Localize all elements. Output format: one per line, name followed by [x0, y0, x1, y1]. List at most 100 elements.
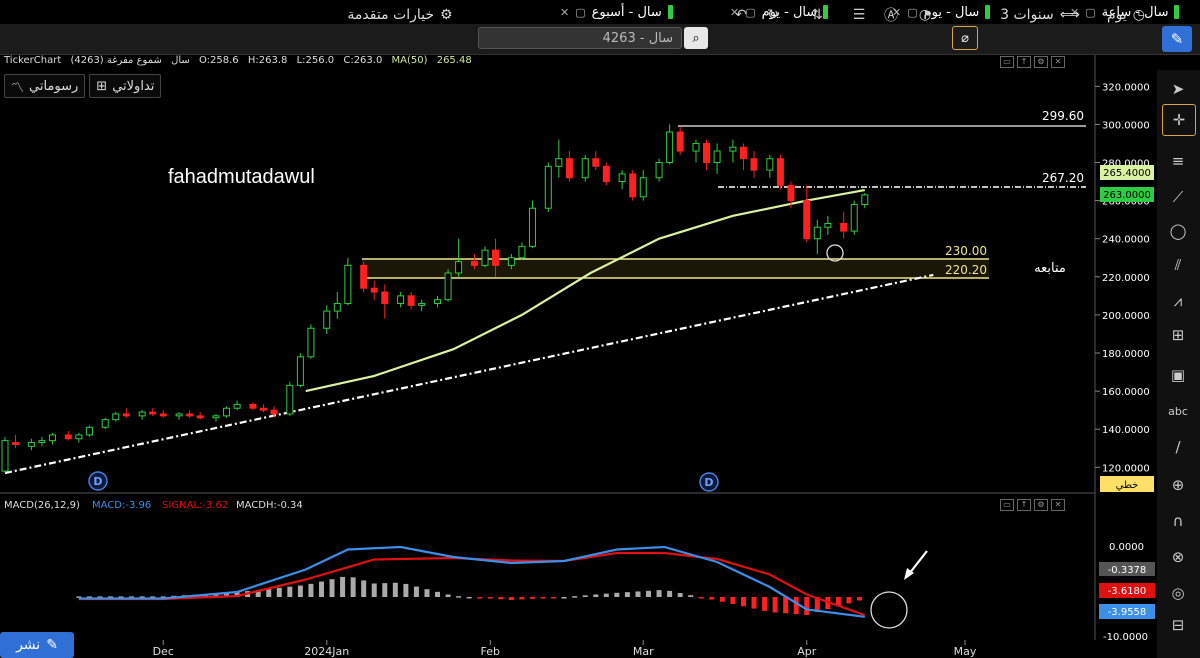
zoom-icon[interactable]: ⊕ [1162, 470, 1194, 500]
text-tool-icon[interactable]: abc [1162, 396, 1194, 426]
candle-body [629, 173, 637, 198]
candle-body [101, 419, 109, 428]
macd-hist-bar [656, 590, 662, 597]
macd-hist-bar [677, 593, 683, 597]
candle-body [581, 158, 589, 179]
price-chart[interactable]: 299.60 267.20 230.00 220.20 D D متابعه 3… [0, 0, 1200, 658]
macd-hist-bar [635, 591, 641, 597]
macd-hist-bar [646, 590, 652, 597]
macd-hist-bar [329, 579, 335, 597]
dividend-marker[interactable]: D [88, 471, 108, 491]
macd-hist-bar [572, 596, 578, 598]
macd-hist-bar [350, 577, 356, 597]
macd-hist-bar [667, 590, 673, 597]
magnet-icon[interactable]: ∩ [1162, 506, 1194, 536]
candle-body [381, 291, 389, 304]
candle-body [592, 158, 600, 167]
candle-body [259, 407, 267, 411]
candle-body [507, 257, 515, 266]
arrow-icon [904, 550, 928, 580]
macd-hist-bar [371, 583, 377, 597]
candle-body [344, 264, 352, 304]
macd-hist-bar [719, 597, 725, 602]
visibility-icon[interactable]: ◎ [1162, 578, 1194, 608]
macd-hist-bar [529, 597, 535, 599]
ma50-line [305, 189, 865, 393]
candle-body [249, 403, 257, 409]
candle-body [270, 409, 278, 415]
macdh-tag-text: -0.3378 [1108, 565, 1147, 576]
macd-hist-bar [793, 597, 799, 615]
candle-body [122, 413, 130, 417]
macd-hist-bar [730, 597, 736, 605]
candle-body [360, 264, 368, 289]
candle-body [602, 165, 610, 183]
fibonacci-icon[interactable]: ⊞ [1162, 320, 1194, 350]
candle-body [223, 407, 231, 417]
macd-hist-bar [403, 583, 409, 597]
candle-body [175, 413, 183, 417]
y-tick-label: 320.0000 [1102, 82, 1150, 93]
crosshair-icon[interactable]: ✛ [1162, 104, 1196, 136]
candle-body [196, 415, 204, 419]
candle-body [492, 249, 500, 266]
trendline-icon[interactable]: ⟋ [1162, 182, 1194, 212]
macd-hist-bar [445, 594, 451, 597]
brush-tool-icon[interactable]: ∕ [1162, 432, 1194, 462]
candle-body [370, 287, 378, 293]
macd-hist-bar [614, 592, 620, 597]
candle-body [233, 403, 241, 409]
close-price-tag-text: 263.0000 [1103, 190, 1151, 201]
candle-body [85, 426, 93, 436]
candle-body [565, 158, 573, 179]
candle-body [787, 184, 795, 202]
macd-hist-bar [783, 597, 789, 614]
pattern-icon[interactable]: ⩘ [1162, 286, 1194, 316]
macd-hist-bar [297, 585, 303, 597]
macd-hist-bar [392, 582, 398, 597]
macd-hist-bar [435, 591, 441, 597]
candle-body [286, 384, 294, 415]
y-tick-label: 240.0000 [1102, 235, 1150, 246]
lock-icon[interactable]: ⊟ [1162, 610, 1194, 640]
candle-body [470, 261, 478, 266]
level-lines-icon[interactable]: ≡ [1162, 146, 1194, 176]
publish-button[interactable]: نشر ✎ [0, 632, 74, 658]
candle-body [455, 261, 463, 274]
macd-tick-0: 0.0000 [1109, 542, 1144, 553]
publish-label: نشر [16, 637, 41, 653]
drawing-tools-sidebar: ➤ ✛ ≡ ⟋ ◯ ⫽ ⩘ ⊞ ▣ abc ∕ ⊕ ∩ ⊗ ◎ ⊟ [1157, 70, 1200, 658]
candle-body [850, 203, 858, 232]
candle-body [813, 226, 821, 240]
candle-body [750, 158, 758, 171]
delete-drawing-icon[interactable]: ⊗ [1162, 542, 1194, 572]
macd-hist-bar [772, 597, 778, 613]
macd-hist-bar [276, 587, 282, 597]
candle-body [333, 302, 341, 312]
hist-value: MACDH:-0.34 [236, 500, 303, 511]
dividend-marker[interactable]: D [699, 472, 719, 492]
level-label-299: 299.60 [1042, 109, 1084, 123]
channel-icon[interactable]: ⫽ [1162, 250, 1194, 280]
candle-body [75, 434, 83, 440]
y-tick-label: 120.0000 [1102, 463, 1150, 474]
svg-text:D: D [93, 475, 102, 488]
follow-annotation: متابعه [1034, 261, 1066, 276]
candle-body [296, 356, 304, 386]
macd-hist-bar [551, 597, 557, 599]
candle-body [713, 150, 721, 164]
macd-hist-bar [340, 576, 346, 597]
macd-hist-bar [498, 597, 504, 600]
shapes-icon[interactable]: ▣ [1162, 360, 1194, 390]
candle-body [38, 440, 46, 444]
candle-body [444, 272, 452, 301]
candle-body [703, 142, 711, 163]
cursor-arrow-icon[interactable]: ➤ [1162, 74, 1194, 104]
circle-tool-icon[interactable]: ◯ [1162, 216, 1194, 246]
macd-hist-bar [846, 597, 852, 604]
candle-body [12, 442, 20, 445]
macd-hist-bar [361, 580, 367, 597]
candle-body [397, 295, 405, 304]
candle-body [481, 249, 489, 266]
candle-body [692, 142, 700, 152]
